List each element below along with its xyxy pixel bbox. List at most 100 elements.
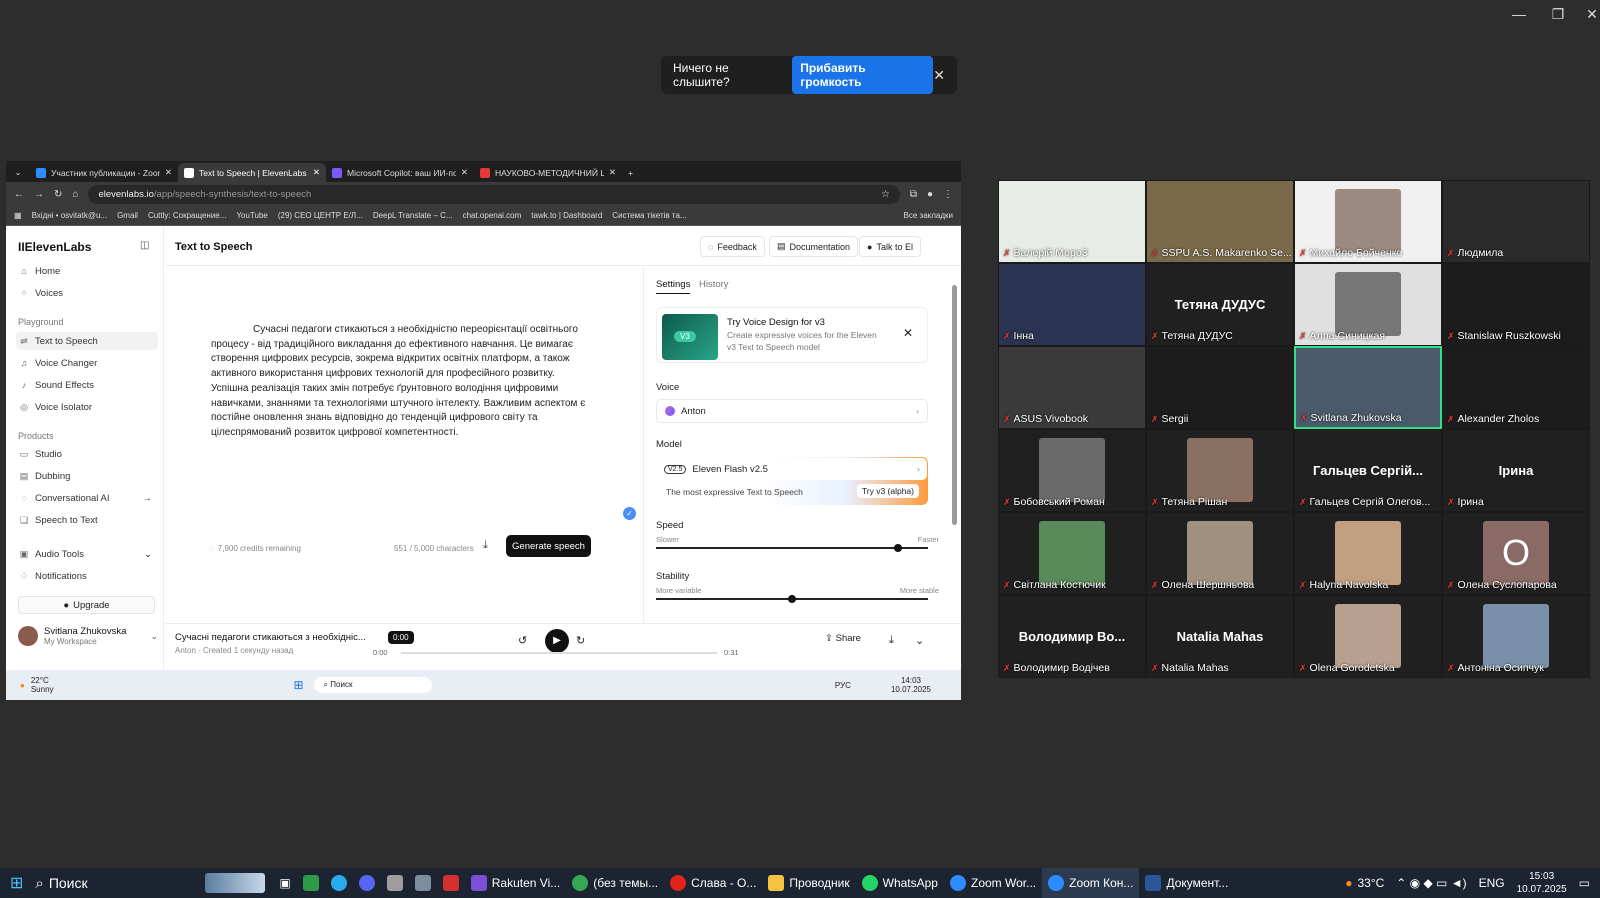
profile-icon[interactable]: ● [927,189,933,200]
bookmark[interactable]: YouTube [236,211,267,220]
search-box[interactable]: ⌕ Поиск [313,677,432,693]
rewind-icon[interactable]: ↺ [518,634,527,647]
participant-tile[interactable]: ✗ Михайло Бойченко [1294,180,1442,263]
participant-tile[interactable]: ✗ SSPU A.S. Makarenko Se... [1146,180,1294,263]
scrollbar[interactable] [952,285,957,525]
participant-tile[interactable]: ✗ ASUS Vivobook [998,346,1146,429]
participant-tile[interactable]: ✗ Halyna Navolska [1294,512,1442,595]
participant-tile[interactable]: ✗ Alexander Zholos [1442,346,1590,429]
close-icon[interactable]: ✕ [609,167,616,178]
participant-tile[interactable]: Гальцев Сергій... ✗ Гальцев Сергій Олегов.… [1294,429,1442,512]
menu-icon[interactable]: ⋮ [943,189,953,200]
language-indicator[interactable]: РУС [835,681,851,690]
sidebar-item-sound-effects[interactable]: ♪ Sound Effects [16,376,158,394]
tab-nmc[interactable]: НАУКОВО-МЕТОДИЧНИЙ ЦЕ ✕ [474,163,622,182]
speech-text[interactable]: Сучасні педагоги стикаються з необхідніс… [211,323,591,441]
participant-tile[interactable]: ✗ Stanislaw Ruszkowski [1442,263,1590,346]
participant-tile[interactable]: ✗ Бобовський Роман [998,429,1146,512]
voice-selector[interactable]: Anton › [656,399,928,423]
clock[interactable]: 14:03 10.07.2025 [891,676,931,694]
bookmark[interactable]: chat.openai.com [463,211,522,220]
sidebar-item-studio[interactable]: ▭ Studio [16,445,158,463]
participant-tile[interactable]: Володимир Во... ✗ Володимир Водічев [998,595,1146,678]
tab-settings[interactable]: Settings [656,279,691,294]
user-menu[interactable]: Svitlana Zhukovska My Workspace ⌄ [18,622,158,650]
text-editor[interactable]: Сучасні педагоги стикаються з необхідніс… [165,267,643,623]
sidebar-item-voices[interactable]: ⁘ Voices [16,284,158,302]
download-icon[interactable]: ⤓ [889,634,894,647]
task-view-icon[interactable]: ▣ [273,868,296,898]
sidebar-item-speech-to-text[interactable]: ❑ Speech to Text [16,511,158,529]
feedback-button[interactable]: ◌ Feedback [700,236,765,257]
close-icon[interactable]: ✕ [165,167,172,178]
extensions-icon[interactable]: ⧉ [910,189,917,200]
forward-icon[interactable]: → [34,189,44,200]
windows-icon[interactable]: ⊞ [294,678,304,692]
participant-tile[interactable]: Тетяна ДУДУС ✗ Тетяна ДУДУС [1146,263,1294,346]
participant-tile[interactable]: ✗ Sergii [1146,346,1294,429]
close-icon[interactable]: ✕ [313,167,320,178]
sidebar-item-voice-changer[interactable]: ♫ Voice Changer [16,354,158,372]
participant-tile[interactable]: ✗ Антоніна Осипчук [1442,595,1590,678]
close-icon[interactable]: ✕ [1578,4,1600,24]
taskbar-app[interactable]: Слава - О... [664,868,762,898]
tab-list-icon[interactable]: ⌄ [6,163,30,182]
participant-tile[interactable]: ✗ Svitlana Zhukovska [1294,346,1442,429]
taskbar-app[interactable]: Zoom Wor... [944,868,1042,898]
star-icon[interactable]: ☆ [881,189,890,200]
all-bookmarks[interactable]: Все закладки [904,211,953,220]
tab-history[interactable]: History [699,279,729,290]
sidebar-item-conversational-ai[interactable]: ◌ Conversational AI → [16,489,158,507]
restore-icon[interactable]: ❐ [1544,4,1572,24]
progress-bar[interactable] [401,652,717,654]
search-box[interactable]: ⌕ Поиск [29,868,205,898]
bookmark[interactable]: Gmail [117,211,138,220]
share-button[interactable]: ⇪ Share [825,633,861,644]
clock[interactable]: 15:03 10.07.2025 [1511,868,1573,898]
participant-tile[interactable]: ✗ Людмила [1442,180,1590,263]
back-icon[interactable]: ← [14,189,24,200]
start-button[interactable]: ⊞ [0,868,29,898]
tray-icons[interactable]: ⌃ ◉ ◆ ▭ ◄) [1390,868,1472,898]
taskbar-app[interactable]: WhatsApp [856,868,944,898]
home-icon[interactable]: ⌂ [72,189,78,200]
participant-tile[interactable]: О ✗ Олена Суслопарова [1442,512,1590,595]
minimize-icon[interactable]: — [1505,4,1533,24]
sidebar-item-text-to-speech[interactable]: ⇌ Text to Speech [16,332,158,350]
documentation-button[interactable]: ▤ Documentation [769,236,859,257]
play-button[interactable]: ▶ [545,629,569,653]
voice-design-promo[interactable]: V3 Try Voice Design for v3 Create expres… [656,307,928,363]
participant-tile[interactable]: ✗ Тетяна Рішан [1146,429,1294,512]
talk-button[interactable]: ● Talk to El [859,236,921,257]
taskbar-app[interactable]: Документ... [1139,868,1234,898]
sidebar-item-notifications[interactable]: ♢ Notifications [16,567,158,585]
apps-icon[interactable]: ▦ [14,211,22,220]
app-icon[interactable] [437,868,465,898]
participant-tile[interactable]: Ірина ✗ Ірина [1442,429,1590,512]
tab-copilot[interactable]: Microsoft Copilot: ваш ИИ-пом ✕ [326,163,474,182]
generate-speech-button[interactable]: Generate speech [506,535,591,557]
app-icon[interactable] [353,868,381,898]
app-icon[interactable] [409,868,437,898]
notifications-icon[interactable]: ▭ [1573,868,1600,898]
sidebar-item-audio-tools[interactable]: ▣ Audio Tools ⌄ [16,545,158,563]
upgrade-button[interactable]: ● Upgrade [18,596,155,614]
taskbar-app[interactable]: Rakuten Vi... [465,868,566,898]
bookmark[interactable]: tawk.to | Dashboard [531,211,602,220]
tab-elevenlabs[interactable]: Text to Speech | ElevenLabs ✕ [178,163,326,182]
taskbar-app[interactable]: (без темы... [566,868,664,898]
collapse-sidebar-icon[interactable]: ◫ [140,240,149,251]
bookmark[interactable]: DeepL Translate – С... [373,211,453,220]
close-icon[interactable]: ✕ [903,326,913,340]
participant-tile[interactable]: ✗ Світлана Костючик [998,512,1146,595]
new-tab-button[interactable]: + [622,163,646,182]
stability-slider[interactable] [656,595,928,603]
bookmark[interactable]: (29) СЕО ЦЕНТР Е/Л... [278,211,363,220]
try-v3-button[interactable]: Try v3 (alpha) [856,484,919,498]
participant-tile[interactable]: ✗ Olena Gorodetska [1294,595,1442,678]
speed-slider[interactable] [656,544,928,552]
telegram-icon[interactable] [325,868,353,898]
close-icon[interactable]: ✕ [933,67,945,84]
close-icon[interactable]: ✕ [461,167,468,178]
download-icon[interactable]: ⤓ [483,539,488,552]
